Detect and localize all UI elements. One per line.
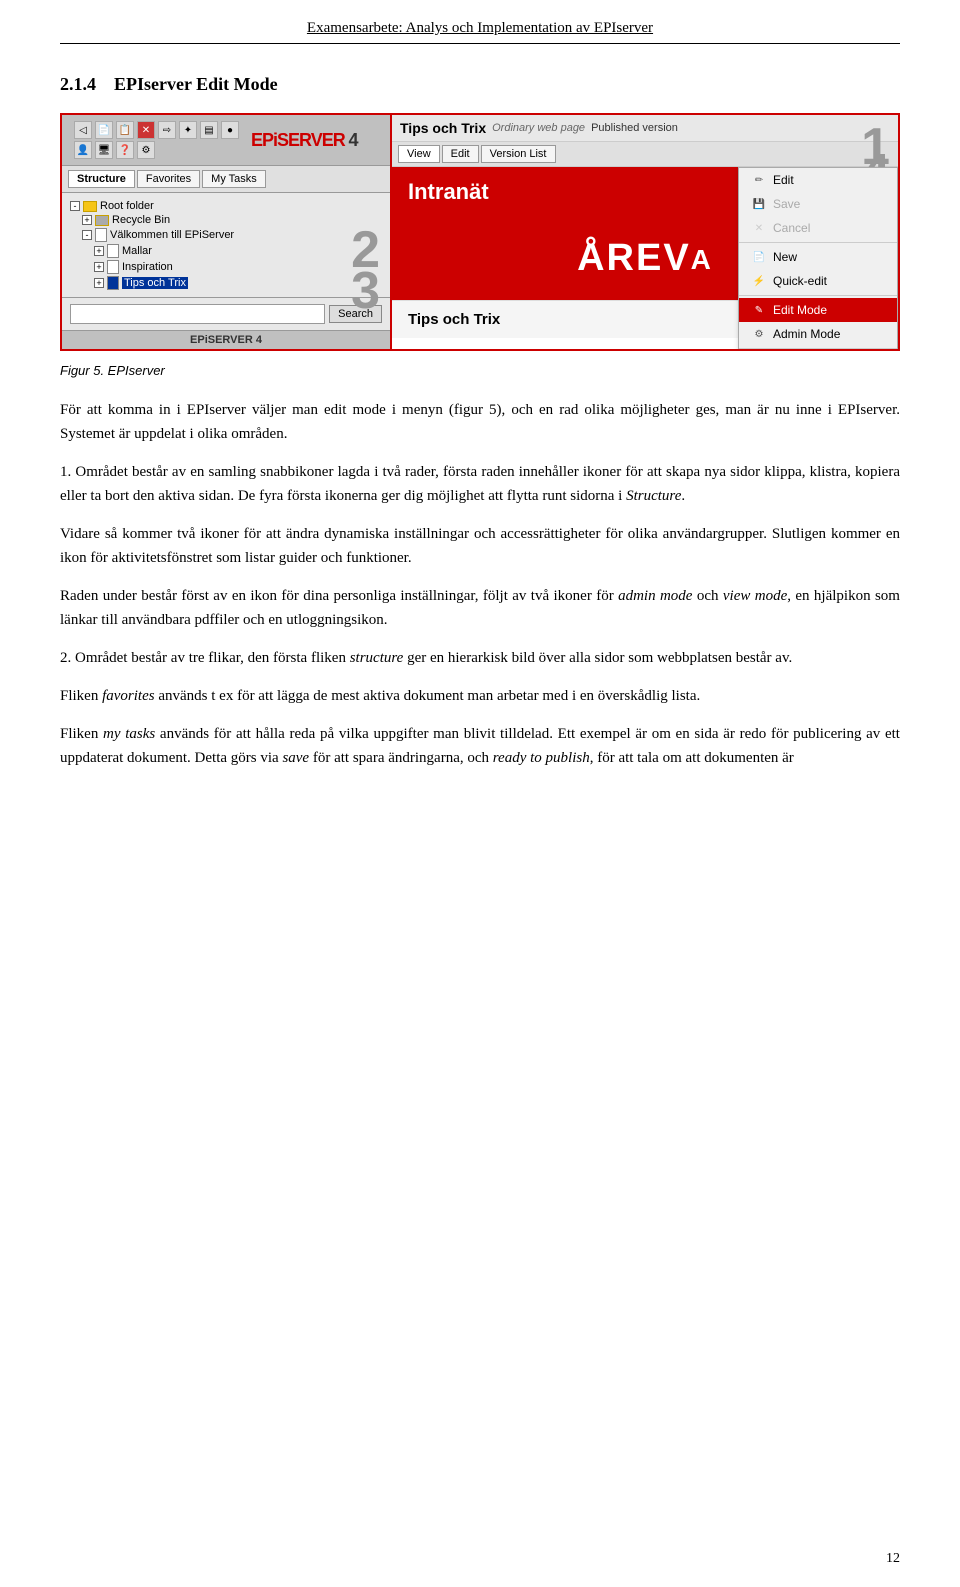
tree-label-inspiration: Inspiration bbox=[122, 261, 173, 273]
cancel-icon: ✕ bbox=[751, 220, 767, 236]
epi-logo-number: 4 bbox=[348, 130, 358, 150]
right-published-badge: Published version bbox=[591, 122, 678, 134]
page-header: Examensarbete: Analys och Implementation… bbox=[60, 20, 900, 44]
tree-item-tips[interactable]: + Tips och Trix bbox=[94, 275, 382, 291]
tree-item-welcome[interactable]: - Välkommen till EPiServer bbox=[82, 227, 382, 243]
ctx-editmode-label: Edit Mode bbox=[773, 303, 827, 317]
tree-area: - Root folder + Recycle Bin - Välkommen … bbox=[62, 193, 390, 297]
toolbar-icon-3[interactable]: 📋 bbox=[116, 121, 134, 139]
page-icon-mallar bbox=[107, 244, 119, 258]
page-icon-welcome bbox=[95, 228, 107, 242]
tab-view[interactable]: View bbox=[398, 145, 440, 163]
section-heading: 2.1.4 EPIserver Edit Mode bbox=[60, 74, 278, 94]
ctx-save[interactable]: 💾 Save bbox=[739, 192, 897, 216]
adminmode-icon: ⚙ bbox=[751, 326, 767, 342]
tree-label-tips: Tips och Trix bbox=[122, 277, 188, 289]
tree-item-inspiration[interactable]: + Inspiration bbox=[94, 259, 382, 275]
tab-edit[interactable]: Edit bbox=[442, 145, 479, 163]
toolbar-icon-10[interactable]: 🖥 bbox=[95, 141, 113, 159]
body-paragraph-1: För att komma in i EPIserver väljer man … bbox=[60, 398, 900, 446]
context-menu: ✏ Edit 💾 Save ✕ Cancel 📄 New ⚡ bbox=[738, 167, 898, 349]
body-paragraph-4: Raden under består först av en ikon för … bbox=[60, 584, 900, 632]
page-icon-inspiration bbox=[107, 260, 119, 274]
ctx-edit-mode[interactable]: ✎ Edit Mode bbox=[739, 298, 897, 322]
tree-label-root: Root folder bbox=[100, 200, 154, 212]
expand-inspiration[interactable]: + bbox=[94, 262, 104, 272]
ctx-new[interactable]: 📄 New bbox=[739, 245, 897, 269]
folder-icon-recycle bbox=[95, 215, 109, 226]
tree-label-recycle: Recycle Bin bbox=[112, 214, 170, 226]
right-panel: Tips och Trix Ordinary web page Publishe… bbox=[392, 115, 898, 349]
ctx-adminmode-label: Admin Mode bbox=[773, 327, 840, 341]
tree-item-recycle[interactable]: + Recycle Bin bbox=[82, 213, 382, 227]
body-paragraph-3: Vidare så kommer två ikoner för att ändr… bbox=[60, 522, 900, 570]
quick-edit-icon: ⚡ bbox=[751, 273, 767, 289]
view-tabs-bar: View Edit Version List 4 bbox=[392, 142, 898, 167]
toolbar-icon-7[interactable]: ▤ bbox=[200, 121, 218, 139]
badge-3: 3 bbox=[351, 261, 380, 321]
body-paragraph-7: Fliken my tasks används för att hålla re… bbox=[60, 722, 900, 770]
right-page-type: Ordinary web page bbox=[492, 122, 585, 134]
body-paragraph-6: Fliken favorites används t ex för att lä… bbox=[60, 684, 900, 708]
edit-icon: ✏ bbox=[751, 172, 767, 188]
ctx-divider-2 bbox=[739, 295, 897, 296]
editmode-icon: ✎ bbox=[751, 302, 767, 318]
ctx-new-label: New bbox=[773, 250, 797, 264]
ctx-save-label: Save bbox=[773, 197, 800, 211]
tree-label-welcome: Välkommen till EPiServer bbox=[110, 229, 234, 241]
epi-logo-bar: ◁ 📄 📋 ✕ ⇨ ✦ ▤ ● 👤 🖥 ❓ ⚙ EPiSERVER bbox=[62, 115, 390, 166]
right-top-bar: Tips och Trix Ordinary web page Publishe… bbox=[392, 115, 898, 142]
header-title[interactable]: Examensarbete: Analys och Implementation… bbox=[307, 20, 653, 36]
expand-recycle[interactable]: + bbox=[82, 215, 92, 225]
search-area: Search bbox=[62, 297, 390, 330]
toolbar-icon-6[interactable]: ✦ bbox=[179, 121, 197, 139]
right-page-title: Tips och Trix bbox=[400, 120, 486, 136]
toolbar-icon-delete[interactable]: ✕ bbox=[137, 121, 155, 139]
toolbar-icon-2[interactable]: 📄 bbox=[95, 121, 113, 139]
ctx-divider-1 bbox=[739, 242, 897, 243]
tab-version-list[interactable]: Version List bbox=[481, 145, 556, 163]
toolbar-icon-9[interactable]: 👤 bbox=[74, 141, 92, 159]
toolbar-icon-5[interactable]: ⇨ bbox=[158, 121, 176, 139]
tree-label-mallar: Mallar bbox=[122, 245, 152, 257]
search-input[interactable] bbox=[70, 304, 325, 324]
screenshot-figure: ◁ 📄 📋 ✕ ⇨ ✦ ▤ ● 👤 🖥 ❓ ⚙ EPiSERVER bbox=[60, 113, 900, 351]
tree-item-mallar[interactable]: + Mallar bbox=[94, 243, 382, 259]
save-icon: 💾 bbox=[751, 196, 767, 212]
toolbar-icon-11[interactable]: ❓ bbox=[116, 141, 134, 159]
left-panel: ◁ 📄 📋 ✕ ⇨ ✦ ▤ ● 👤 🖥 ❓ ⚙ EPiSERVER bbox=[62, 115, 392, 349]
ctx-cancel[interactable]: ✕ Cancel bbox=[739, 216, 897, 240]
toolbar-icon-12[interactable]: ⚙ bbox=[137, 141, 155, 159]
toolbar-icon-8[interactable]: ● bbox=[221, 121, 239, 139]
new-icon: 📄 bbox=[751, 249, 767, 265]
ctx-divider-3 bbox=[739, 348, 897, 349]
epi-bottom-bar: EPiSERVER 4 bbox=[62, 330, 390, 349]
toolbar-icon-1[interactable]: ◁ bbox=[74, 121, 92, 139]
epi-logo: EPiSERVER bbox=[251, 130, 345, 150]
areva-logo-text: ÅREVA bbox=[577, 237, 713, 280]
body-paragraph-5: 2. Området består av tre flikar, den för… bbox=[60, 646, 900, 670]
ctx-quick-label: Quick-edit bbox=[773, 274, 827, 288]
page-icon-tips bbox=[107, 276, 119, 290]
ctx-cancel-label: Cancel bbox=[773, 221, 810, 235]
ctx-admin-mode[interactable]: ⚙ Admin Mode bbox=[739, 322, 897, 346]
figure-caption: Figur 5. EPIserver bbox=[60, 363, 900, 378]
page-number: 12 bbox=[886, 1551, 900, 1567]
tab-structure[interactable]: Structure bbox=[68, 170, 135, 188]
left-panel-tabs: Structure Favorites My Tasks bbox=[62, 166, 390, 193]
tree-item-root[interactable]: - Root folder bbox=[70, 199, 382, 213]
expand-welcome[interactable]: - bbox=[82, 230, 92, 240]
ctx-edit[interactable]: ✏ Edit bbox=[739, 168, 897, 192]
expand-tips[interactable]: + bbox=[94, 278, 104, 288]
body-paragraph-2: 1. Området består av en samling snabbiko… bbox=[60, 460, 900, 508]
tab-favorites[interactable]: Favorites bbox=[137, 170, 200, 188]
tab-my-tasks[interactable]: My Tasks bbox=[202, 170, 266, 188]
ctx-quick-edit[interactable]: ⚡ Quick-edit bbox=[739, 269, 897, 293]
ctx-edit-label: Edit bbox=[773, 173, 794, 187]
expand-root[interactable]: - bbox=[70, 201, 80, 211]
folder-icon-root bbox=[83, 201, 97, 212]
expand-mallar[interactable]: + bbox=[94, 246, 104, 256]
content-area: Intranät ÅREVA Tips och Trix I EPiServer… bbox=[392, 167, 898, 349]
